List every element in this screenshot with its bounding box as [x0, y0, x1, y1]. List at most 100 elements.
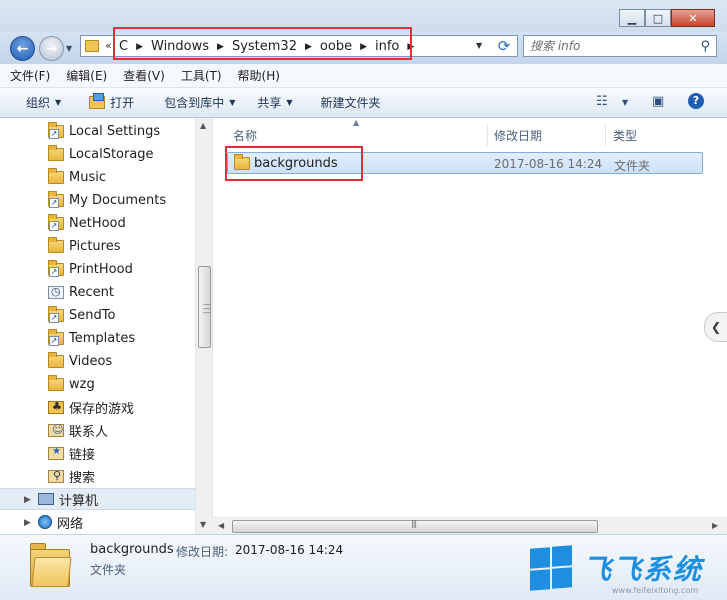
folder-shortcut-icon: [48, 259, 64, 277]
open-folder-icon: [89, 93, 106, 109]
column-header-type[interactable]: 类型: [613, 124, 637, 146]
details-file-type: 文件夹: [90, 563, 127, 577]
breadcrumb-item-c[interactable]: C: [119, 39, 128, 54]
folder-icon: [48, 144, 64, 161]
nav-item-label: Templates: [69, 330, 136, 346]
search-box[interactable]: ⚲: [523, 35, 717, 57]
scrollbar-thumb[interactable]: |||: [232, 519, 598, 533]
nav-item-recent[interactable]: Recent: [0, 281, 195, 303]
history-dropdown[interactable]: ▼: [66, 44, 72, 53]
nav-item-pictures[interactable]: Pictures: [0, 235, 195, 257]
nav-item-saved-games[interactable]: 保存的游戏: [0, 396, 195, 418]
searches-icon: [48, 469, 64, 483]
scroll-left-icon[interactable]: ◀: [218, 521, 224, 530]
breadcrumb-separator-icon[interactable]: ▶: [407, 42, 414, 52]
nav-item-localstorage[interactable]: LocalStorage: [0, 143, 195, 165]
open-button[interactable]: 打开: [89, 93, 134, 111]
breadcrumb-separator-icon[interactable]: ▶: [136, 42, 143, 52]
search-icon[interactable]: ⚲: [700, 39, 710, 54]
nav-item-nethood[interactable]: NetHood: [0, 212, 195, 234]
back-button[interactable]: ←: [10, 36, 35, 61]
windows-logo-icon: [530, 545, 574, 592]
nav-item-templates[interactable]: Templates: [0, 327, 195, 349]
chevron-down-icon[interactable]: ▼: [622, 98, 628, 107]
breadcrumb-item-system32[interactable]: System32: [232, 39, 297, 54]
expand-pane-button[interactable]: ❮: [704, 312, 727, 342]
nav-item-local-settings[interactable]: Local Settings: [0, 120, 195, 142]
refresh-icon: ⟳: [497, 37, 511, 55]
expand-arrow-icon[interactable]: ▶: [24, 495, 31, 505]
address-box[interactable]: « C ▶ Windows ▶ System32 ▶ oobe ▶ info ▶: [80, 35, 518, 57]
nav-item-label: Music: [69, 169, 106, 185]
folder-icon: [48, 351, 64, 368]
nav-item-videos[interactable]: Videos: [0, 350, 195, 372]
menu-help[interactable]: 帮助(H): [238, 67, 280, 84]
scroll-down-icon[interactable]: ▼: [200, 520, 206, 529]
file-date: 2017-08-16 14:24: [494, 157, 603, 171]
nav-item-wzg[interactable]: wzg: [0, 373, 195, 395]
forward-button[interactable]: →: [39, 36, 64, 61]
folder-icon: [85, 40, 99, 52]
menu-view[interactable]: 查看(V): [123, 67, 165, 84]
breadcrumb-item-oobe[interactable]: oobe: [320, 39, 352, 54]
address-dropdown[interactable]: ▼: [476, 41, 482, 50]
column-divider[interactable]: [605, 124, 606, 146]
watermark-text: 飞飞系统: [583, 553, 704, 586]
nav-item-printhood[interactable]: PrintHood: [0, 258, 195, 280]
details-file-name: backgrounds: [90, 542, 174, 557]
nav-item-contacts[interactable]: 联系人: [0, 419, 195, 441]
column-header-date[interactable]: 修改日期: [494, 124, 542, 146]
scrollbar-thumb[interactable]: — — —: [198, 266, 211, 348]
scroll-up-icon[interactable]: ▲: [200, 121, 206, 130]
close-button[interactable]: ✕: [671, 9, 715, 27]
title-bar: ▁ □ ✕: [0, 0, 727, 32]
nav-item-label: wzg: [69, 376, 95, 392]
breadcrumb-overflow[interactable]: «: [105, 39, 112, 52]
breadcrumb: C ▶ Windows ▶ System32 ▶ oobe ▶ info ▶: [119, 39, 422, 54]
menu-file[interactable]: 文件(F): [10, 67, 50, 84]
view-options-icon[interactable]: ☷: [596, 94, 608, 109]
breadcrumb-separator-icon[interactable]: ▶: [360, 42, 367, 52]
search-input[interactable]: [530, 38, 690, 54]
table-row[interactable]: backgrounds 2017-08-16 14:24 文件夹: [227, 152, 703, 174]
horizontal-scrollbar[interactable]: ◀ ||| ▶: [212, 517, 727, 534]
preview-pane-icon[interactable]: ▣: [652, 94, 664, 109]
nav-item-label: SendTo: [69, 307, 116, 323]
new-folder-button[interactable]: 新建文件夹: [321, 94, 381, 111]
breadcrumb-item-windows[interactable]: Windows: [151, 39, 209, 54]
breadcrumb-item-info[interactable]: info: [375, 39, 399, 54]
maximize-button[interactable]: □: [645, 9, 671, 27]
details-date-value: 2017-08-16 14:24: [235, 543, 344, 557]
include-library-button[interactable]: 包含到库中 ▼: [164, 94, 235, 111]
nav-item-label: PrintHood: [69, 261, 133, 277]
chevron-down-icon: ▼: [55, 98, 62, 107]
command-bar: 组织 ▼ 打开 包含到库中 ▼ 共享 ▼ 新建文件夹: [0, 88, 727, 118]
grip-icon: |||: [411, 519, 417, 528]
window-controls: ▁ □ ✕: [619, 9, 715, 27]
column-header-name[interactable]: 名称: [233, 124, 257, 146]
maximize-icon: □: [652, 11, 664, 25]
expand-arrow-icon[interactable]: ▶: [24, 518, 31, 528]
links-icon: [48, 446, 64, 460]
organize-button[interactable]: 组织 ▼: [26, 94, 61, 111]
nav-item-searches[interactable]: 搜索: [0, 465, 195, 487]
scroll-right-icon[interactable]: ▶: [712, 521, 718, 530]
folder-shortcut-icon: [48, 190, 64, 208]
minimize-button[interactable]: ▁: [619, 9, 645, 27]
help-icon[interactable]: ?: [688, 93, 704, 109]
new-folder-label: 新建文件夹: [320, 96, 381, 110]
share-button[interactable]: 共享 ▼: [257, 94, 292, 111]
column-divider[interactable]: [487, 124, 488, 146]
nav-item-music[interactable]: Music: [0, 166, 195, 188]
nav-scrollbar[interactable]: ▲ — — — ▼: [195, 118, 212, 534]
nav-item-label: NetHood: [69, 215, 126, 231]
menu-edit[interactable]: 编辑(E): [66, 67, 107, 84]
nav-item-sendto[interactable]: SendTo: [0, 304, 195, 326]
menu-tools[interactable]: 工具(T): [181, 67, 222, 84]
navigation-pane: Local Settings LocalStorage Music My Doc…: [0, 118, 212, 534]
breadcrumb-separator-icon[interactable]: ▶: [217, 42, 224, 52]
refresh-button[interactable]: ⟳: [492, 36, 516, 56]
nav-item-links[interactable]: 链接: [0, 442, 195, 464]
breadcrumb-separator-icon[interactable]: ▶: [305, 42, 312, 52]
nav-item-my-documents[interactable]: My Documents: [0, 189, 195, 211]
